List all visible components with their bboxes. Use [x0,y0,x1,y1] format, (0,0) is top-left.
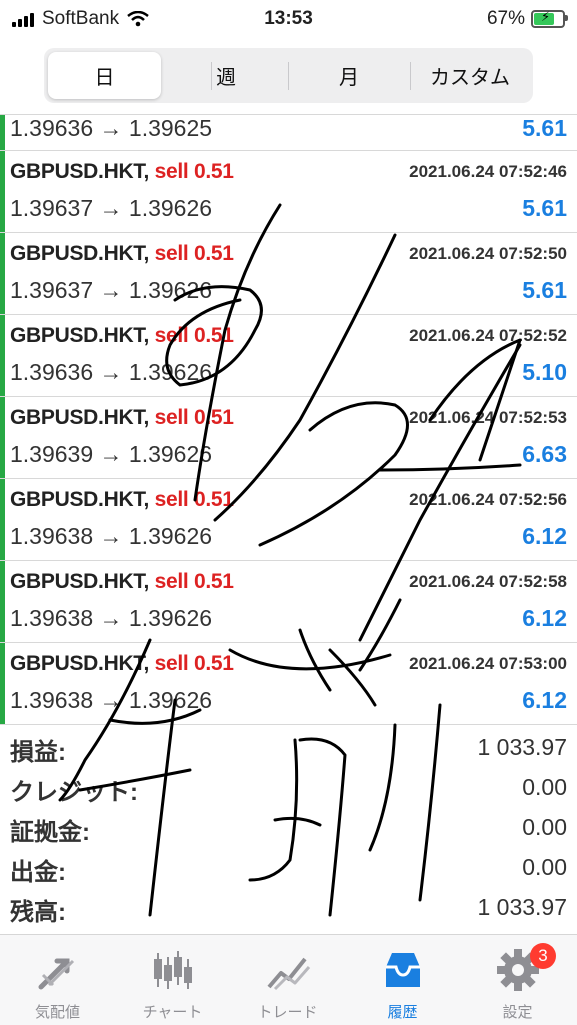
trade-row[interactable]: GBPUSD.HKT, sell 0.51 2021.06.24 07:52:5… [0,479,577,561]
trade-profit: 6.12 [522,687,567,713]
trade-profit: 6.12 [522,523,567,549]
tab-settings[interactable]: 3 設定 [460,935,575,1025]
trade-prices: 1.39636 → 1.39626 [10,359,213,385]
tab-label: トレード [257,1004,318,1021]
account-summary: 損益: 1 033.97 クレジット: 0.00 証拠金: 0.00 出金: 0… [0,728,577,928]
tab-day[interactable]: 日 [48,52,161,99]
summary-row-credit: クレジット: 0.00 [0,768,577,808]
trade-prices: 1.39636 → 1.39625 [10,115,213,141]
trade-prices: 1.39638 → 1.39626 [10,687,213,713]
summary-value: 1 033.97 [477,894,567,920]
tab-label: 履歴 [387,1004,418,1021]
trade-datetime: 2021.06.24 07:52:58 [409,572,567,591]
trade-profit: 5.61 [522,277,567,303]
trade-prices: 1.39638 → 1.39626 [10,523,213,549]
trade-symbol: GBPUSD.HKT, [10,570,150,593]
trade-profit: 6.63 [522,441,567,467]
trade-prices: 1.39637 → 1.39626 [10,195,213,221]
summary-label: 損益: [10,739,66,766]
trade-row-partial[interactable]: 1.39636 → 1.39625 5.61 [0,115,577,151]
status-bar: SoftBank 13:53 67% ⚡ [0,0,577,40]
tab-custom[interactable]: カスタム [411,52,529,99]
trade-profit: 5.10 [522,359,567,385]
tab-history[interactable]: 履歴 [345,935,460,1025]
trade-history-list: 1.39636 → 1.39625 5.61 GBPUSD.HKT, sell … [0,115,577,725]
trade-datetime: 2021.06.24 07:52:50 [409,244,567,263]
trade-profit: 6.12 [522,605,567,631]
summary-value: 1 033.97 [477,734,567,760]
summary-label: 残高: [10,899,66,926]
history-icon [386,953,420,987]
trade-prices: 1.39638 → 1.39626 [10,605,213,631]
trade-datetime: 2021.06.24 07:52:52 [409,326,567,345]
trade-row[interactable]: GBPUSD.HKT, sell 0.51 2021.06.24 07:52:5… [0,561,577,643]
row-indicator [0,151,5,232]
quotes-icon [38,958,75,990]
trade-row[interactable]: GBPUSD.HKT, sell 0.51 2021.06.24 07:52:5… [0,233,577,315]
trade-datetime: 2021.06.24 07:52:53 [409,408,567,427]
battery-icon: ⚡ [531,9,568,28]
tab-week[interactable]: 週 [166,52,286,99]
row-indicator [0,643,5,724]
trade-side: sell 0.51 [154,488,234,511]
row-indicator [0,397,5,478]
trade-datetime: 2021.06.24 07:53:00 [409,654,567,673]
row-indicator [0,561,5,642]
notification-badge: 3 [530,943,556,969]
summary-label: クレジット: [10,779,138,806]
tab-chart[interactable]: チャート [115,935,230,1025]
trade-symbol: GBPUSD.HKT, [10,242,150,265]
trade-datetime: 2021.06.24 07:52:56 [409,490,567,509]
trade-side: sell 0.51 [154,160,234,183]
trade-side: sell 0.51 [154,406,234,429]
bottom-tab-bar: 気配値 チャート トレード 履歴 3 設定 [0,934,577,1025]
trade-symbol: GBPUSD.HKT, [10,652,150,675]
tab-month[interactable]: 月 [289,52,409,99]
summary-value: 0.00 [522,814,567,840]
summary-row-margin: 証拠金: 0.00 [0,808,577,848]
summary-label: 証拠金: [10,819,90,846]
row-indicator [0,233,5,314]
tab-label: 気配値 [34,1004,80,1021]
trade-side: sell 0.51 [154,652,234,675]
trade-prices: 1.39637 → 1.39626 [10,277,213,303]
trade-prices: 1.39639 → 1.39626 [10,441,213,467]
summary-row-withdrawal: 出金: 0.00 [0,848,577,888]
trade-symbol: GBPUSD.HKT, [10,488,150,511]
period-segmented-control: 日 週 月 カスタム [44,48,533,103]
summary-value: 0.00 [522,774,567,800]
trade-symbol: GBPUSD.HKT, [10,160,150,183]
tab-quotes[interactable]: 気配値 [0,935,115,1025]
trade-profit: 5.61 [522,195,567,221]
trade-side: sell 0.51 [154,242,234,265]
trade-side: sell 0.51 [154,324,234,347]
trade-symbol: GBPUSD.HKT, [10,324,150,347]
summary-label: 出金: [10,859,66,886]
trade-profit: 5.61 [522,115,567,141]
summary-row-balance: 残高: 1 033.97 [0,888,577,928]
row-indicator [0,315,5,396]
chart-icon [154,951,192,989]
tab-label: チャート [142,1004,203,1021]
trade-row[interactable]: GBPUSD.HKT, sell 0.51 2021.06.24 07:52:5… [0,315,577,397]
trade-row[interactable]: GBPUSD.HKT, sell 0.51 2021.06.24 07:52:4… [0,151,577,233]
trade-icon [267,957,311,991]
row-indicator [0,115,5,150]
tab-label: 設定 [502,1004,533,1021]
trade-row[interactable]: GBPUSD.HKT, sell 0.51 2021.06.24 07:52:5… [0,397,577,479]
trade-symbol: GBPUSD.HKT, [10,406,150,429]
battery-percent: 67% [486,8,525,29]
row-indicator [0,479,5,560]
summary-row-profit: 損益: 1 033.97 [0,728,577,768]
trade-datetime: 2021.06.24 07:52:46 [409,162,567,181]
tab-trade[interactable]: トレード [230,935,345,1025]
trade-side: sell 0.51 [154,570,234,593]
trade-row[interactable]: GBPUSD.HKT, sell 0.51 2021.06.24 07:53:0… [0,643,577,725]
summary-value: 0.00 [522,854,567,880]
